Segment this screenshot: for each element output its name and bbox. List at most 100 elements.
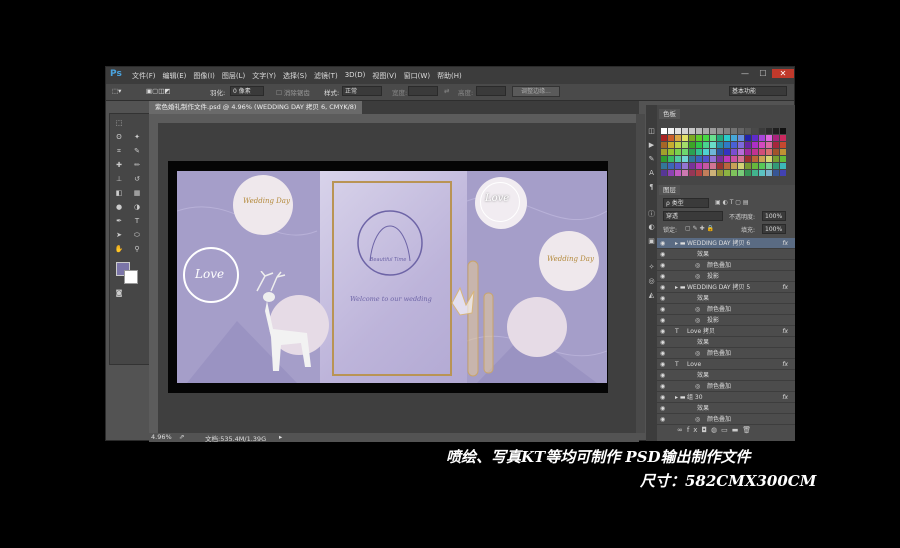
color-swatch[interactable]: [766, 156, 772, 162]
visibility-eye-icon[interactable]: ◉: [660, 381, 665, 392]
menu-type[interactable]: 文字(Y): [252, 71, 276, 81]
color-swatch[interactable]: [717, 156, 723, 162]
color-swatch[interactable]: [668, 156, 674, 162]
swatches-grid[interactable]: [661, 128, 786, 180]
hand-icon[interactable]: ✋: [113, 244, 125, 254]
color-swatch[interactable]: [710, 128, 716, 134]
color-swatch[interactable]: [731, 128, 737, 134]
color-swatch[interactable]: [766, 170, 772, 176]
color-swatch[interactable]: [661, 170, 667, 176]
color-swatch[interactable]: [675, 156, 681, 162]
style-select[interactable]: 正常: [342, 86, 382, 96]
color-swatch[interactable]: [703, 170, 709, 176]
layer-filter-icons[interactable]: ▣ ◐ T ▢ ▤: [715, 199, 749, 206]
styles-icon[interactable]: ▣: [646, 237, 657, 247]
magic-wand-icon[interactable]: ✦: [131, 132, 143, 142]
menu-select[interactable]: 选择(S): [283, 71, 307, 81]
color-swatch[interactable]: [689, 135, 695, 141]
color-swatch[interactable]: [710, 135, 716, 141]
color-swatch[interactable]: [724, 149, 730, 155]
color-swatch[interactable]: [745, 156, 751, 162]
color-swatch[interactable]: [773, 170, 779, 176]
color-swatch[interactable]: [682, 142, 688, 148]
color-swatch[interactable]: [759, 163, 765, 169]
color-swatch[interactable]: [710, 163, 716, 169]
visibility-eye-icon[interactable]: ◉: [660, 392, 665, 403]
color-swatch[interactable]: [710, 149, 716, 155]
color-swatch[interactable]: [780, 135, 786, 141]
color-swatch[interactable]: [738, 135, 744, 141]
height-input[interactable]: [476, 86, 506, 96]
color-swatch[interactable]: [717, 163, 723, 169]
layer-row[interactable]: ◉ T Love 拷贝 fx: [657, 326, 795, 337]
color-swatch[interactable]: [682, 149, 688, 155]
color-swatch[interactable]: [710, 156, 716, 162]
type-icon[interactable]: T: [131, 216, 143, 226]
color-swatch[interactable]: [752, 142, 758, 148]
color-swatch[interactable]: [696, 128, 702, 134]
color-swatch[interactable]: [766, 135, 772, 141]
visibility-eye-icon[interactable]: ◉: [660, 370, 665, 381]
visibility-eye-icon[interactable]: ◉: [660, 238, 665, 249]
color-swatch[interactable]: [724, 170, 730, 176]
layer-row[interactable]: ◉ ◎ 颜色叠加: [657, 381, 795, 392]
stamp-icon[interactable]: ⊥: [113, 174, 125, 184]
menu-image[interactable]: 图像(I): [193, 71, 215, 81]
opacity-input[interactable]: 100%: [762, 211, 786, 221]
layer-row[interactable]: ◉ 效果: [657, 293, 795, 304]
color-swatch[interactable]: [703, 135, 709, 141]
color-swatch[interactable]: [738, 170, 744, 176]
marquee-icon[interactable]: ⬚: [113, 118, 125, 128]
color-swatch[interactable]: [780, 156, 786, 162]
color-swatch[interactable]: [717, 142, 723, 148]
layer-row[interactable]: ◉ ▸ ▬ 组 30 fx: [657, 392, 795, 403]
color-swatch[interactable]: [696, 149, 702, 155]
color-swatch[interactable]: [661, 156, 667, 162]
color-swatch[interactable]: [752, 156, 758, 162]
color-swatch[interactable]: [724, 128, 730, 134]
shape-icon[interactable]: ⬭: [131, 230, 143, 240]
color-swatch[interactable]: [668, 149, 674, 155]
layer-row[interactable]: ◉ ◎ 投影: [657, 271, 795, 282]
color-swatch[interactable]: [668, 135, 674, 141]
color-swatch[interactable]: [759, 128, 765, 134]
layer-row[interactable]: ◉ ◎ 颜色叠加: [657, 304, 795, 315]
color-swatch[interactable]: [773, 128, 779, 134]
layer-row[interactable]: ◉ 效果: [657, 249, 795, 260]
color-swatch[interactable]: [710, 170, 716, 176]
visibility-eye-icon[interactable]: ◉: [660, 414, 665, 425]
color-swatch[interactable]: [738, 142, 744, 148]
color-swatch[interactable]: [689, 142, 695, 148]
dodge-icon[interactable]: ◑: [131, 202, 143, 212]
color-swatch[interactable]: [780, 142, 786, 148]
color-swatch[interactable]: [731, 142, 737, 148]
visibility-eye-icon[interactable]: ◉: [660, 271, 665, 282]
color-swatch[interactable]: [738, 163, 744, 169]
color-swatch[interactable]: [696, 142, 702, 148]
color-swatch[interactable]: [780, 149, 786, 155]
character-icon[interactable]: A: [646, 169, 657, 179]
layer-row[interactable]: ◉ ▸ ▬ WEDDING DAY 拷贝 5 fx: [657, 282, 795, 293]
color-swatch[interactable]: [710, 142, 716, 148]
color-swatch[interactable]: [675, 128, 681, 134]
blend-mode-select[interactable]: 穿透: [663, 211, 723, 221]
color-swatch[interactable]: [675, 163, 681, 169]
color-swatch[interactable]: [689, 170, 695, 176]
layer-row[interactable]: ◉ ◎ 投影: [657, 315, 795, 326]
color-swatch[interactable]: [675, 149, 681, 155]
color-swatch[interactable]: [780, 163, 786, 169]
color-swatch[interactable]: [675, 135, 681, 141]
color-swatch[interactable]: [724, 163, 730, 169]
layer-row[interactable]: ◉ ◎ 颜色叠加: [657, 260, 795, 271]
color-swatch[interactable]: [661, 149, 667, 155]
color-swatch[interactable]: [745, 135, 751, 141]
actions-icon[interactable]: ▶: [646, 141, 657, 151]
blur-icon[interactable]: ●: [113, 202, 125, 212]
color-swatch[interactable]: [661, 135, 667, 141]
menu-layer[interactable]: 图层(L): [222, 71, 245, 81]
color-swatch[interactable]: [661, 128, 667, 134]
menu-view[interactable]: 视图(V): [372, 71, 396, 81]
color-swatch[interactable]: [773, 149, 779, 155]
pen-icon[interactable]: ✒: [113, 216, 125, 226]
menu-filter[interactable]: 滤镜(T): [314, 71, 338, 81]
